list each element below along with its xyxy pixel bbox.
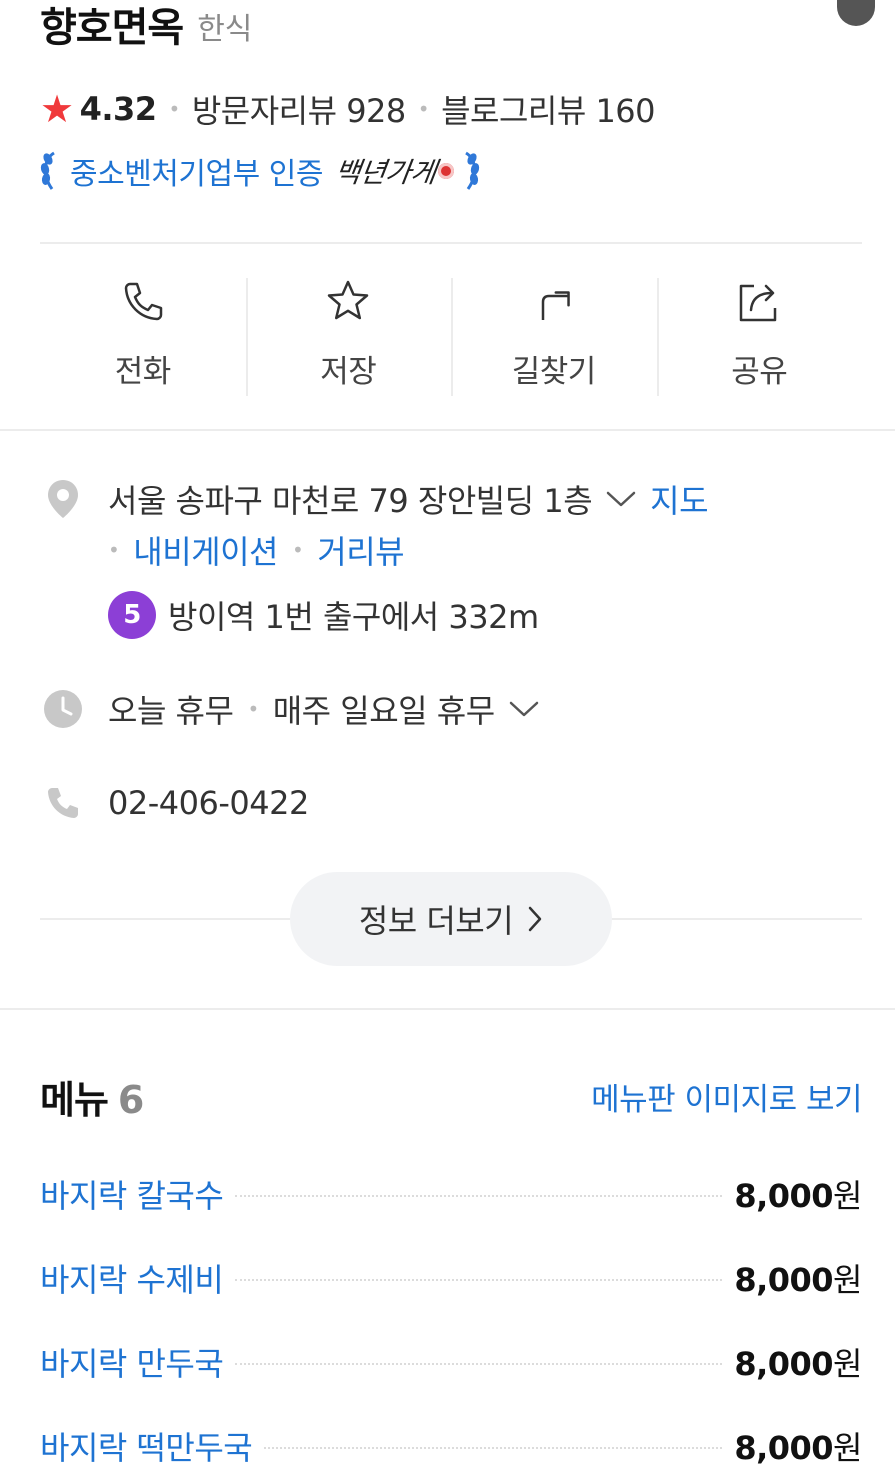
menu-item-price: 8,000원 bbox=[734, 1261, 862, 1299]
dotted-leader bbox=[235, 1279, 723, 1281]
address-text: 서울 송파구 마천로 79 장안빌딩 1층 bbox=[108, 482, 593, 520]
place-category: 한식 bbox=[197, 12, 253, 47]
laurel-left-icon bbox=[40, 151, 55, 190]
save-label: 저장 bbox=[320, 354, 377, 390]
menu-header: 메뉴 6 메뉴판 이미지로 보기 bbox=[40, 1066, 862, 1126]
divider bbox=[40, 242, 862, 244]
place-header: 향호면옥 한식 bbox=[40, 0, 252, 52]
subway-row: 5 방이역 1번 출구에서 332m bbox=[108, 590, 539, 640]
separator-dot: • bbox=[108, 538, 120, 562]
action-bar: 전화 저장 길찾기 공유 bbox=[40, 276, 862, 398]
menu-item[interactable]: 바지락 떡만두국 8,000원 bbox=[40, 1418, 862, 1474]
phone-number[interactable]: 02-406-0422 bbox=[108, 784, 309, 822]
menu-count: 6 bbox=[117, 1077, 145, 1122]
section-divider bbox=[0, 429, 895, 431]
menu-image-link[interactable]: 메뉴판 이미지로 보기 bbox=[591, 1074, 862, 1119]
call-label: 전화 bbox=[114, 354, 172, 390]
location-pin-icon bbox=[40, 476, 86, 522]
place-name: 향호면옥 bbox=[40, 5, 184, 51]
separator-dot: • bbox=[417, 97, 430, 121]
more-info-button[interactable]: 정보 더보기 bbox=[290, 872, 612, 966]
chevron-down-icon[interactable] bbox=[606, 490, 636, 508]
directions-icon bbox=[541, 291, 570, 320]
certification-badge[interactable]: 중소벤처기업부 인증 백년가게 bbox=[38, 146, 482, 196]
seal-icon bbox=[437, 163, 454, 179]
menu-item-price: 8,000원 bbox=[734, 1177, 862, 1215]
visitor-review-link[interactable]: 방문자리뷰 928 bbox=[192, 86, 406, 132]
street-view-link[interactable]: 거리뷰 bbox=[317, 527, 404, 573]
share-button[interactable]: 공유 bbox=[656, 276, 863, 398]
save-button[interactable]: 저장 bbox=[245, 276, 452, 398]
phone-small-icon bbox=[40, 780, 86, 826]
star-outline-icon bbox=[328, 280, 369, 320]
clock-icon bbox=[40, 686, 86, 732]
menu-item-name: 바지락 수제비 bbox=[40, 1261, 224, 1299]
separator-dot: • bbox=[247, 697, 259, 721]
subway-line-badge: 5 bbox=[108, 591, 156, 639]
dotted-leader bbox=[235, 1363, 723, 1365]
menu-item-price: 8,000원 bbox=[734, 1429, 862, 1467]
menu-title: 메뉴 bbox=[40, 1077, 109, 1122]
menu-item[interactable]: 바지락 만두국 8,000원 bbox=[40, 1334, 862, 1390]
dotted-leader bbox=[264, 1447, 723, 1449]
laurel-right-icon bbox=[465, 151, 480, 190]
separator-dot: • bbox=[292, 538, 304, 562]
menu-item[interactable]: 바지락 수제비 8,000원 bbox=[40, 1250, 862, 1306]
menu-item[interactable]: 바지락 칼국수 8,000원 bbox=[40, 1166, 862, 1222]
hours-today: 오늘 휴무 bbox=[108, 692, 234, 730]
more-info-label: 정보 더보기 bbox=[358, 902, 514, 940]
review-stats: ★ 4.32 • 방문자리뷰 928 • 블로그리뷰 160 bbox=[40, 86, 656, 132]
menu-item-name: 바지락 떡만두국 bbox=[40, 1429, 253, 1467]
chevron-down-icon[interactable] bbox=[509, 700, 539, 718]
phone-icon bbox=[124, 282, 162, 321]
map-link[interactable]: 지도 bbox=[650, 476, 708, 522]
section-divider bbox=[0, 1008, 895, 1010]
menu-item-name: 바지락 칼국수 bbox=[40, 1177, 224, 1215]
blog-review-link[interactable]: 블로그리뷰 160 bbox=[441, 86, 655, 132]
separator-dot: • bbox=[168, 97, 181, 121]
navigation-link[interactable]: 내비게이션 bbox=[133, 527, 278, 573]
rating-value: 4.32 bbox=[79, 90, 157, 128]
call-button[interactable]: 전화 bbox=[40, 276, 246, 398]
chevron-right-icon bbox=[528, 906, 542, 932]
share-icon bbox=[740, 284, 777, 322]
hours-row[interactable]: 오늘 휴무 • 매주 일요일 휴무 bbox=[40, 684, 553, 734]
menu-item-price: 8,000원 bbox=[734, 1345, 862, 1383]
rating-star-icon: ★ bbox=[40, 87, 74, 131]
subway-distance-text: 방이역 1번 출구에서 332m bbox=[168, 598, 539, 636]
menu-item-name: 바지락 만두국 bbox=[40, 1345, 224, 1383]
corner-handle bbox=[837, 0, 875, 26]
directions-button[interactable]: 길찾기 bbox=[451, 276, 657, 398]
hours-detail: 매주 일요일 휴무 bbox=[272, 692, 495, 730]
address-row: 서울 송파구 마천로 79 장안빌딩 1층 지도 bbox=[40, 474, 709, 524]
phone-row: 02-406-0422 bbox=[40, 778, 309, 828]
century-store-label: 백년가게 bbox=[332, 156, 439, 189]
dotted-leader bbox=[235, 1195, 723, 1197]
certification-text: 중소벤처기업부 인증 bbox=[70, 157, 323, 192]
share-label: 공유 bbox=[731, 354, 788, 390]
directions-label: 길찾기 bbox=[511, 354, 597, 390]
address-links-row: • 내비게이션 • 거리뷰 bbox=[108, 526, 405, 574]
